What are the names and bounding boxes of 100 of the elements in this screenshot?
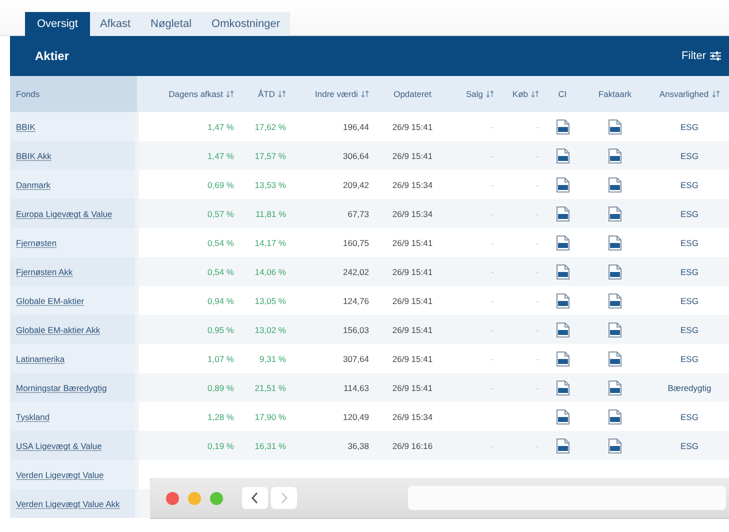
return-value: 0,19 %: [208, 440, 234, 450]
document-icon[interactable]: [556, 292, 570, 308]
close-button[interactable]: [166, 492, 179, 504]
document-icon[interactable]: [608, 438, 622, 454]
document-icon[interactable]: [608, 234, 622, 250]
dash-value: -: [491, 382, 494, 392]
document-icon[interactable]: [608, 322, 622, 338]
document-icon[interactable]: [608, 350, 622, 366]
responsibility-label: ESG: [680, 324, 698, 334]
dash-value: -: [491, 324, 494, 334]
sort-icon[interactable]: [531, 90, 539, 98]
updated-time: 26/9 15:41: [392, 122, 433, 132]
responsibility-label: ESG: [680, 354, 698, 364]
document-icon[interactable]: [556, 380, 570, 396]
responsibility-label: ESG: [680, 208, 698, 218]
return-value: 17,62 %: [254, 122, 286, 132]
updated-time: 26/9 15:41: [392, 354, 433, 364]
return-value: 13,02 %: [254, 324, 286, 334]
document-icon[interactable]: [556, 264, 570, 280]
responsibility-label: ESG: [680, 150, 698, 160]
document-icon[interactable]: [556, 176, 570, 192]
fund-link[interactable]: Latinamerika: [16, 354, 65, 364]
updated-time: 26/9 15:41: [392, 266, 433, 276]
return-value: 0,94 %: [208, 296, 234, 306]
dash-value: -: [536, 324, 539, 334]
back-button[interactable]: [242, 487, 268, 509]
price-value: 156,03: [343, 324, 369, 334]
return-value: 1,07 %: [208, 354, 234, 364]
updated-time: 26/9 15:41: [392, 296, 433, 306]
document-icon[interactable]: [556, 234, 570, 250]
document-icon[interactable]: [556, 148, 570, 164]
dash-value: -: [536, 238, 539, 248]
column-header[interactable]: Ansvarlighed: [650, 76, 729, 112]
column-header[interactable]: Dagens afkast: [137, 76, 240, 112]
dash-value: -: [536, 180, 539, 190]
dash-value: -: [491, 150, 494, 160]
document-icon[interactable]: [608, 380, 622, 396]
document-icon[interactable]: [608, 292, 622, 308]
fund-link[interactable]: Danmark: [16, 180, 50, 190]
fund-link[interactable]: BBIK: [16, 122, 36, 132]
dash-value: -: [491, 354, 494, 364]
responsibility-label: ESG: [680, 238, 698, 248]
price-value: 307,64: [343, 354, 369, 364]
sort-icon[interactable]: [278, 90, 286, 98]
document-icon[interactable]: [608, 148, 622, 164]
address-field[interactable]: [408, 486, 726, 510]
updated-time: 26/9 15:34: [392, 180, 433, 190]
column-header[interactable]: Salg: [450, 76, 500, 112]
tab[interactable]: Nøgletal: [140, 12, 202, 36]
column-header[interactable]: ÅTD: [240, 76, 292, 112]
column-header[interactable]: Køb: [500, 76, 545, 112]
tab[interactable]: Afkast: [90, 12, 141, 36]
column-header[interactable]: Indre værdi: [292, 76, 375, 112]
price-value: 120,49: [343, 412, 369, 422]
document-icon[interactable]: [556, 408, 570, 424]
return-value: 0,57 %: [208, 208, 234, 218]
filter-icon: [710, 51, 721, 61]
dash-value: -: [536, 208, 539, 218]
fund-link[interactable]: BBIK Akk: [16, 150, 52, 160]
sort-icon[interactable]: [361, 90, 369, 98]
price-value: 306,64: [343, 150, 369, 160]
document-icon[interactable]: [556, 118, 570, 134]
document-icon[interactable]: [608, 408, 622, 424]
fund-link[interactable]: Globale EM-aktier: [16, 296, 84, 306]
updated-time: 26/9 15:41: [392, 382, 433, 392]
return-value: 13,53 %: [254, 180, 286, 190]
document-icon[interactable]: [556, 350, 570, 366]
updated-time: 26/9 16:16: [392, 440, 433, 450]
fund-link[interactable]: Fjernøsten Akk: [16, 266, 73, 276]
sort-icon[interactable]: [712, 90, 720, 98]
document-icon[interactable]: [556, 438, 570, 454]
return-value: 0,95 %: [208, 324, 234, 334]
filter-button[interactable]: Filter: [682, 50, 721, 62]
document-icon[interactable]: [608, 206, 622, 222]
dash-value: -: [491, 440, 494, 450]
dash-value: -: [491, 296, 494, 306]
return-value: 0,89 %: [208, 382, 234, 392]
price-value: 124,76: [343, 296, 369, 306]
sort-icon[interactable]: [226, 90, 234, 98]
responsibility-label: Bæredygtig: [668, 382, 712, 392]
sort-icon[interactable]: [486, 90, 494, 98]
document-icon[interactable]: [556, 206, 570, 222]
return-value: 0,69 %: [208, 180, 234, 190]
column-header: Faktaark: [580, 76, 650, 112]
document-icon[interactable]: [608, 264, 622, 280]
fund-link[interactable]: Fjernøsten: [16, 238, 57, 248]
updated-time: 26/9 15:41: [392, 324, 433, 334]
document-icon[interactable]: [608, 118, 622, 134]
price-value: 209,42: [343, 180, 369, 190]
responsibility-label: ESG: [680, 412, 698, 422]
dash-value: -: [536, 440, 539, 450]
document-icon[interactable]: [608, 176, 622, 192]
return-value: 21,51 %: [254, 382, 286, 392]
chevron-right-icon: [280, 492, 288, 504]
tab[interactable]: Omkostninger: [202, 12, 290, 36]
dash-value: -: [536, 296, 539, 306]
fund-link[interactable]: Tyskland: [16, 412, 50, 422]
document-icon[interactable]: [556, 322, 570, 338]
tab[interactable]: Oversigt: [25, 12, 90, 36]
return-value: 1,47 %: [208, 122, 234, 132]
